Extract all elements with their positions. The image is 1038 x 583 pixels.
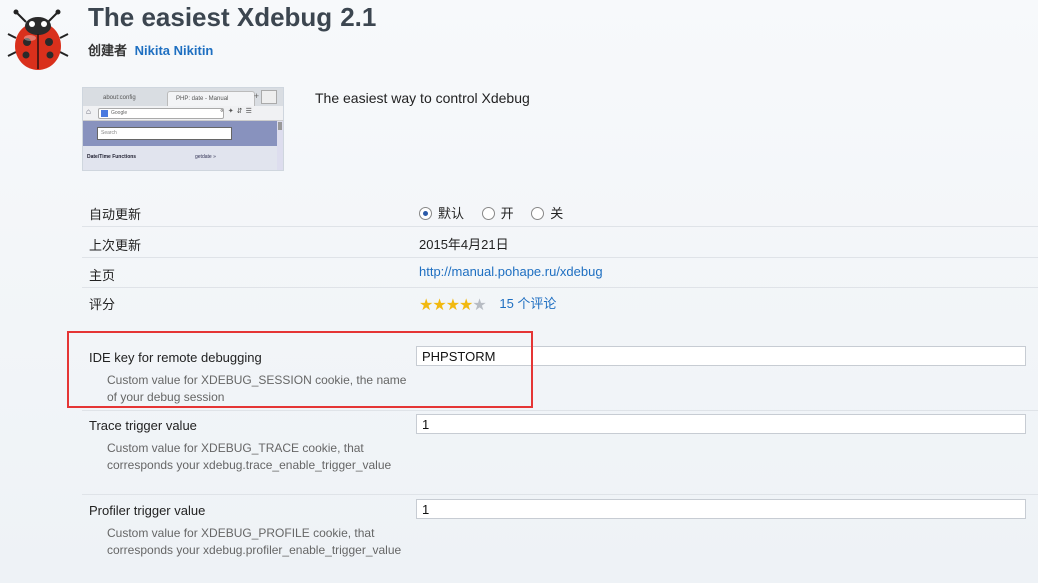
profiler-trigger-input[interactable] bbox=[416, 499, 1026, 519]
screenshot-thumbnail[interactable]: about:config PHP: date - Manual + ⌂ Goog… bbox=[82, 87, 284, 171]
detail-row-rating: 评分 ★★★★★ 15 个评论 bbox=[82, 286, 1038, 316]
radio-off[interactable] bbox=[531, 207, 545, 220]
rating-label: 评分 bbox=[89, 297, 116, 312]
trace-trigger-description: Custom value for XDEBUG_TRACE cookie, th… bbox=[107, 441, 392, 472]
last-updated-label: 上次更新 bbox=[89, 238, 142, 253]
thumb-content: Search Date/Time Functions getdate » bbox=[83, 121, 277, 170]
addon-version: 2.1 bbox=[340, 2, 377, 32]
homepage-label: 主页 bbox=[89, 268, 116, 283]
thumb-lower-band: Date/Time Functions getdate » bbox=[83, 146, 277, 170]
thumb-window-button bbox=[261, 90, 277, 104]
pref-profiler-trigger: Profiler trigger value Custom value for … bbox=[82, 497, 1038, 583]
thumb-search-engine: Google bbox=[111, 110, 128, 116]
creator-label: 创建者 bbox=[88, 43, 128, 58]
thumb-section-title: Date/Time Functions bbox=[87, 154, 137, 160]
thumb-toolbar-icons: ⚬✦⇵☰ bbox=[219, 108, 255, 115]
auto-update-options: 默认 开 关 bbox=[419, 203, 577, 222]
creator-link[interactable]: Nikita Nikitin bbox=[135, 43, 214, 58]
radio-default[interactable] bbox=[419, 207, 432, 220]
trace-trigger-label: Trace trigger value bbox=[89, 418, 197, 433]
radio-default-label[interactable]: 默认 bbox=[438, 206, 464, 221]
detail-row-auto-update: 自动更新 默认 开 关 bbox=[82, 196, 1038, 227]
thumb-link: getdate » bbox=[195, 154, 216, 160]
profiler-trigger-label: Profiler trigger value bbox=[89, 503, 206, 518]
highlight-box bbox=[67, 331, 533, 408]
star-icon: ★ bbox=[459, 297, 473, 314]
radio-on[interactable] bbox=[481, 207, 495, 220]
creator-line: 创建者 Nikita Nikitin bbox=[88, 40, 213, 59]
pref-trace-trigger: Trace trigger value Custom value for XDE… bbox=[82, 412, 1038, 495]
thumb-home-icon: ⌂ bbox=[86, 107, 91, 116]
rating-value: ★★★★★ 15 个评论 bbox=[419, 293, 556, 315]
thumb-search-field: Google bbox=[98, 108, 224, 119]
ladybug-icon bbox=[6, 8, 72, 72]
trace-trigger-input[interactable] bbox=[416, 414, 1026, 434]
star-icon: ★ bbox=[419, 297, 433, 314]
thumb-tab-active: PHP: date - Manual bbox=[167, 91, 255, 107]
star-empty-icon: ★ bbox=[472, 297, 486, 314]
detail-row-last-updated: 上次更新 2015年4月21日 bbox=[82, 227, 1038, 258]
thumb-page-search: Search bbox=[97, 127, 232, 140]
auto-update-label: 自动更新 bbox=[89, 207, 142, 222]
homepage-link[interactable]: http://manual.pohape.ru/xdebug bbox=[419, 264, 603, 279]
profiler-trigger-description: Custom value for XDEBUG_PROFILE cookie, … bbox=[107, 526, 402, 557]
reviews-link[interactable]: 15 个评论 bbox=[499, 296, 556, 311]
star-icon: ★ bbox=[432, 297, 446, 314]
star-icon: ★ bbox=[445, 297, 460, 314]
thumb-new-tab-icon: + bbox=[253, 91, 259, 101]
radio-on-label[interactable]: 开 bbox=[501, 206, 514, 221]
thumb-tabbar: about:config PHP: date - Manual + bbox=[83, 88, 283, 107]
addon-title: The easiest Xdebug 2.1 bbox=[88, 2, 376, 33]
last-updated-value: 2015年4月21日 bbox=[419, 237, 509, 252]
addon-name: The easiest Xdebug bbox=[88, 2, 333, 32]
thumb-navbar: ⌂ Google ⚬✦⇵☰ bbox=[83, 106, 283, 121]
detail-row-homepage: 主页 http://manual.pohape.ru/xdebug bbox=[82, 257, 1038, 288]
thumb-scrollbar bbox=[277, 121, 283, 170]
radio-off-label[interactable]: 关 bbox=[550, 206, 563, 221]
google-icon bbox=[101, 110, 108, 117]
thumb-header-band: Search bbox=[83, 121, 277, 146]
addon-description: The easiest way to control Xdebug bbox=[315, 90, 530, 106]
